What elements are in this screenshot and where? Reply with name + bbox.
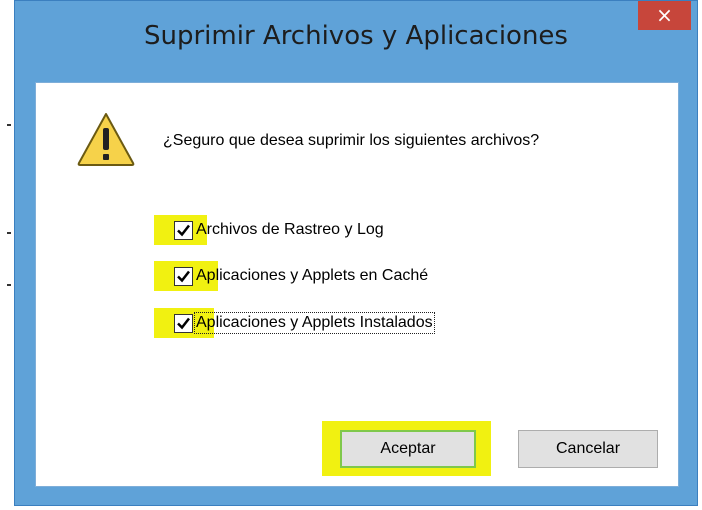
dialog-body: ¿Seguro que desea suprimir los siguiente… bbox=[35, 82, 679, 487]
warning-icon bbox=[77, 113, 135, 166]
checkmark-icon bbox=[177, 224, 190, 236]
option-cached-apps[interactable]: Aplicaciones y Applets en Caché bbox=[154, 261, 428, 291]
option-label: Aplicaciones y Applets Instalados bbox=[194, 312, 435, 334]
checkbox-installed-apps[interactable] bbox=[174, 313, 193, 333]
option-label: Archivos de Rastreo y Log bbox=[196, 221, 384, 238]
close-button[interactable]: × bbox=[638, 1, 691, 30]
option-installed-apps[interactable]: Aplicaciones y Applets Instalados bbox=[154, 308, 435, 338]
edge-mark bbox=[7, 124, 11, 126]
dialog-window: Suprimir Archivos y Aplicaciones × ¿Segu… bbox=[14, 0, 698, 506]
edge-mark bbox=[7, 232, 11, 234]
accept-button[interactable]: Aceptar bbox=[340, 430, 476, 468]
checkbox-cached-apps[interactable] bbox=[174, 266, 193, 286]
checkmark-icon bbox=[177, 270, 190, 282]
background-window-edge bbox=[0, 0, 14, 510]
option-label: Aplicaciones y Applets en Caché bbox=[196, 267, 429, 284]
window-title: Suprimir Archivos y Aplicaciones bbox=[144, 21, 568, 51]
checkbox-trace-log[interactable] bbox=[174, 220, 193, 240]
confirmation-question: ¿Seguro que desea suprimir los siguiente… bbox=[163, 132, 540, 149]
option-trace-log[interactable]: Archivos de Rastreo y Log bbox=[154, 215, 384, 245]
edge-mark bbox=[7, 284, 11, 286]
close-icon: × bbox=[656, 3, 673, 27]
title-bar[interactable]: Suprimir Archivos y Aplicaciones × bbox=[15, 1, 697, 82]
cancel-button[interactable]: Cancelar bbox=[518, 430, 658, 468]
checkmark-icon bbox=[177, 317, 190, 329]
